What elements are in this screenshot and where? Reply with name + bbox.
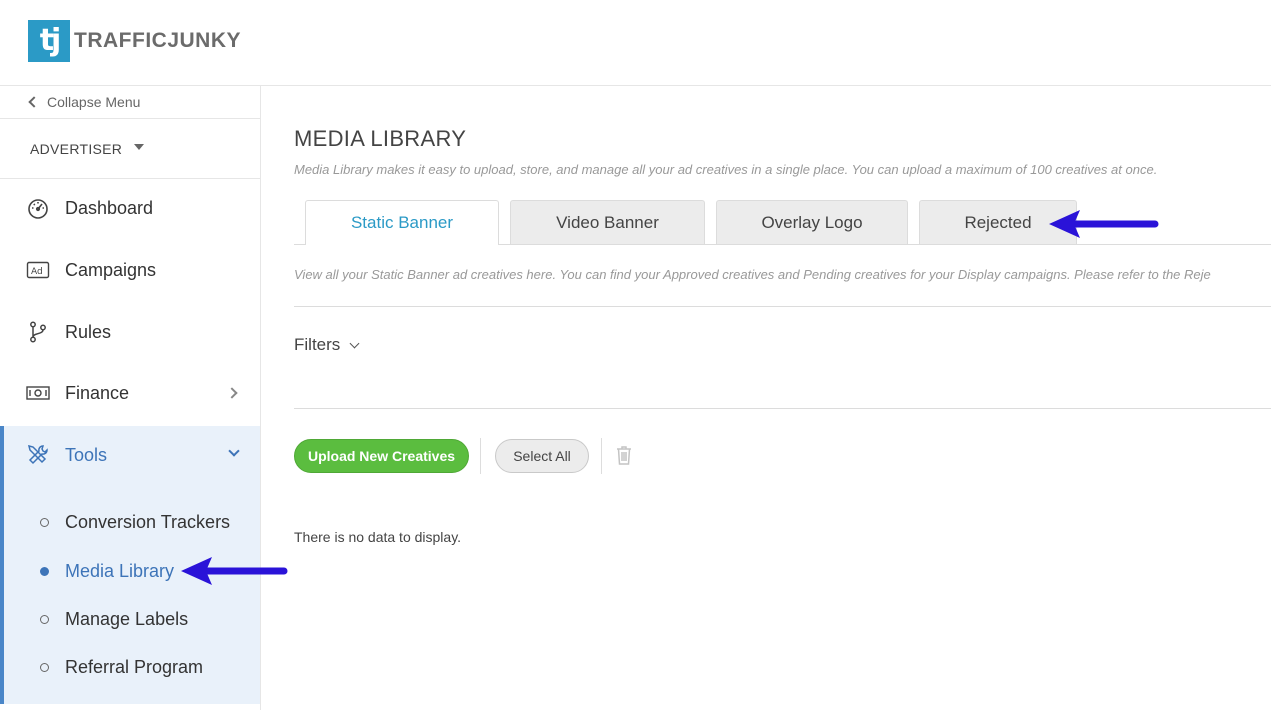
tab-overlay-logo[interactable]: Overlay Logo: [716, 200, 908, 244]
bullet-icon: [40, 662, 49, 672]
main-content: MEDIA LIBRARY Media Library makes it eas…: [294, 86, 1271, 710]
role-label: ADVERTISER: [30, 140, 123, 157]
sidebar-item-label: Dashboard: [65, 197, 154, 218]
role-selector[interactable]: ADVERTISER: [0, 119, 260, 179]
bullet-icon: [40, 614, 49, 624]
tab-video-banner[interactable]: Video Banner: [510, 200, 705, 244]
chevron-down-icon: [349, 338, 360, 348]
trafficjunky-logo[interactable]: tj TRAFFICJUNKY: [28, 20, 241, 62]
sidebar-item-tools[interactable]: Tools: [4, 429, 260, 481]
sidebar-item-finance[interactable]: Finance: [0, 368, 260, 418]
gauge-icon: [26, 196, 50, 220]
sidebar-subitem-referral-program[interactable]: Referral Program: [4, 647, 260, 687]
sidebar-item-label: Tools: [65, 444, 108, 465]
logo-text: TRAFFICJUNKY: [74, 29, 241, 52]
page-title: MEDIA LIBRARY: [294, 126, 467, 151]
annotation-arrow-icon: [181, 557, 288, 585]
divider: [294, 408, 1271, 409]
ad-icon: Ad: [26, 258, 50, 282]
page-description: Media Library makes it easy to upload, s…: [294, 162, 1158, 177]
svg-text:Ad: Ad: [31, 267, 43, 277]
divider: [294, 306, 1271, 307]
sidebar-subitem-label: Media Library: [65, 560, 175, 581]
trash-icon[interactable]: [614, 444, 634, 466]
sidebar-subitem-label: Manage Labels: [65, 608, 189, 629]
tools-icon: [26, 443, 50, 467]
sidebar-subitem-label: Conversion Trackers: [65, 511, 231, 532]
sidebar-item-label: Campaigns: [65, 259, 157, 280]
bullet-icon: [40, 517, 49, 527]
caret-down-icon: [134, 143, 145, 150]
filters-label: Filters: [294, 335, 341, 354]
sidebar-item-rules[interactable]: Rules: [0, 307, 260, 357]
collapse-menu-button[interactable]: Collapse Menu: [0, 86, 260, 119]
sidebar-subitem-manage-labels[interactable]: Manage Labels: [4, 599, 260, 639]
empty-state-message: There is no data to display.: [294, 529, 462, 545]
sidebar-item-dashboard[interactable]: Dashboard: [0, 183, 260, 233]
tab-static-banner[interactable]: Static Banner: [305, 200, 499, 245]
sidebar-item-label: Finance: [65, 382, 130, 403]
annotation-arrow-icon: [1049, 210, 1159, 238]
tab-description: View all your Static Banner ad creatives…: [294, 267, 1211, 282]
top-header: tj TRAFFICJUNKY: [0, 0, 1271, 86]
toolbar-divider: [601, 438, 602, 474]
sidebar-subitem-label: Referral Program: [65, 656, 204, 677]
collapse-menu-label: Collapse Menu: [47, 94, 141, 110]
sidebar: Collapse Menu ADVERTISER Dashboard Ad Ca…: [0, 86, 261, 710]
bullet-icon: [40, 566, 49, 576]
upload-new-creatives-button[interactable]: Upload New Creatives: [294, 439, 469, 473]
money-icon: [26, 381, 50, 405]
sidebar-subitem-conversion-trackers[interactable]: Conversion Trackers: [4, 502, 260, 542]
branch-icon: [26, 320, 50, 344]
chevron-left-icon: [28, 96, 40, 108]
filters-toggle[interactable]: Filters: [294, 335, 360, 355]
chevron-down-icon: [228, 445, 240, 457]
toolbar-divider: [480, 438, 481, 474]
logo-mark: tj: [28, 20, 70, 62]
sidebar-item-campaigns[interactable]: Ad Campaigns: [0, 245, 260, 295]
select-all-button[interactable]: Select All: [495, 439, 589, 473]
sidebar-item-label: Rules: [65, 321, 112, 342]
chevron-right-icon: [226, 387, 238, 399]
